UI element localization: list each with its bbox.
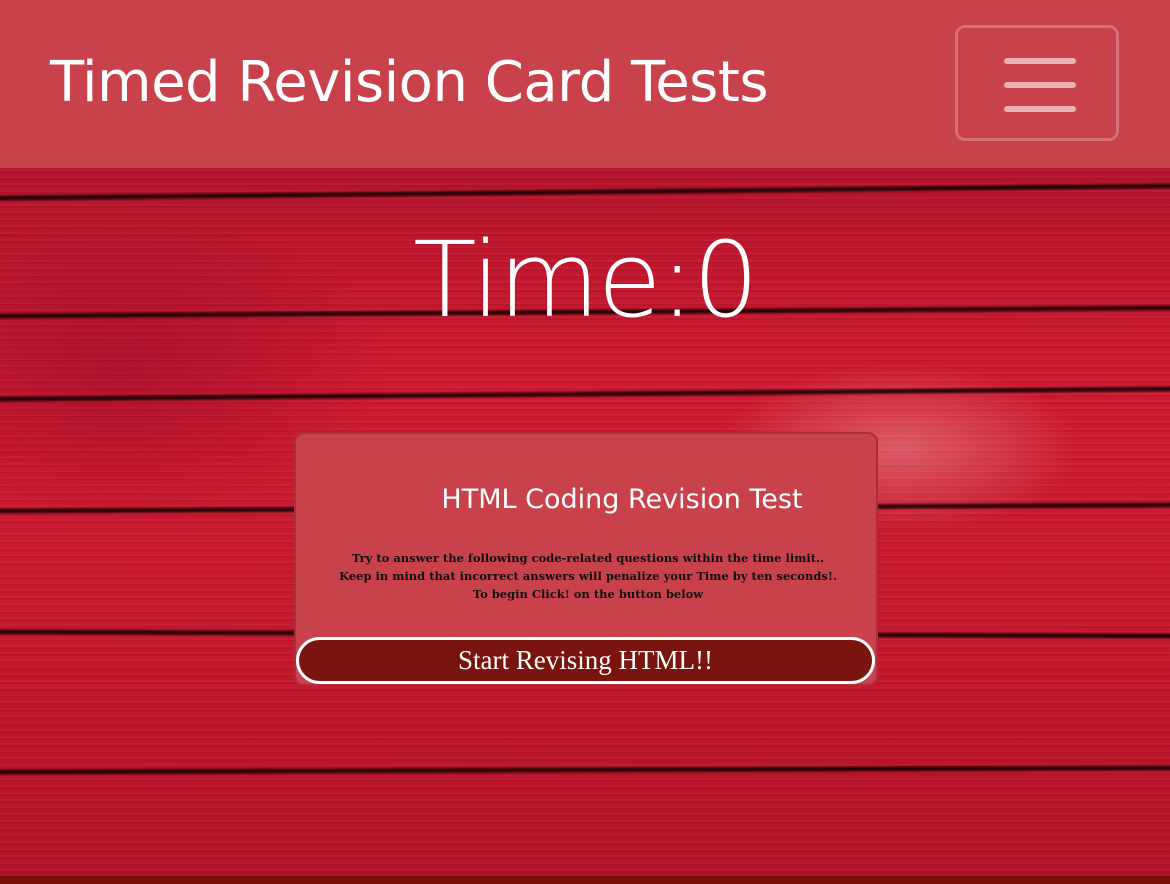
instruction-line: Try to answer the following code-related…: [351, 551, 825, 565]
footer-strip: [0, 876, 1170, 884]
timer-label: Time:: [413, 219, 695, 341]
instruction-line: To begin Click! on the button below: [472, 587, 704, 601]
navbar-toggle-button[interactable]: [955, 25, 1119, 141]
timer-value: 0: [692, 219, 759, 341]
timer-display: Time:0: [0, 228, 1170, 332]
navbar: Timed Revision Card Tests: [0, 0, 1170, 168]
instruction-line: Keep in mind that incorrect answers will…: [339, 569, 837, 583]
page: Timed Revision Card Tests Time:0 HTML Co…: [0, 0, 1170, 884]
card-title: HTML Coding Revision Test: [441, 484, 803, 515]
navbar-brand[interactable]: Timed Revision Card Tests: [50, 50, 769, 115]
start-revising-button[interactable]: Start Revising HTML!!: [296, 637, 875, 684]
card-instructions: Try to answer the following code-related…: [296, 549, 880, 603]
